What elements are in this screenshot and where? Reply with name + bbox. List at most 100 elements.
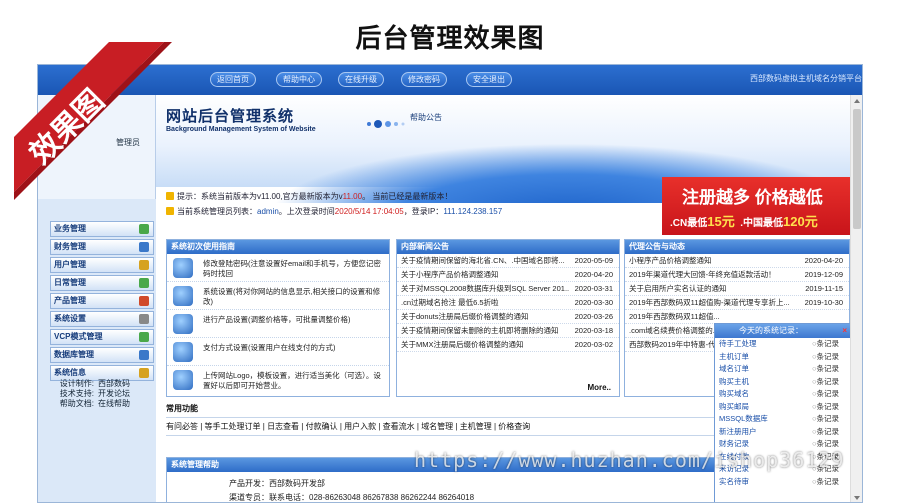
sidebar-item-settings[interactable]: 系统设置	[50, 311, 154, 327]
help-value: 联系电话：028-86263048 86267838 86262244 8626…	[269, 493, 475, 502]
record-row[interactable]: 在线付款 条记录	[715, 451, 851, 464]
item-title[interactable]: 关于疫情期间保留未删除的主机即将删除的通知	[401, 324, 571, 338]
settings-icon	[173, 286, 193, 306]
logout-button[interactable]: 安全退出	[466, 72, 512, 87]
record-row[interactable]: 来访记录 条记录	[715, 463, 851, 476]
tip-text: ，登录IP：	[403, 207, 444, 216]
guide-item[interactable]: 支付方式设置(设置用户在线支付的方式)	[167, 338, 389, 366]
list-item[interactable]: 2019年西部数码双11超值购-渠道代理专享折上... 2019-10-30	[625, 296, 849, 310]
item-title[interactable]: 关于小程序产品价格调整通知	[401, 268, 571, 282]
sidebar-item-vcp[interactable]: VCP模式管理	[50, 329, 154, 345]
info-value[interactable]: 在线帮助	[98, 399, 130, 409]
common-link[interactable]: 用户入款	[344, 422, 376, 431]
record-label[interactable]: 待手工处理	[719, 339, 757, 348]
record-row[interactable]: 购买邮局 条记录	[715, 401, 851, 414]
scroll-down-icon[interactable]	[854, 496, 860, 500]
more-link[interactable]: More..	[587, 383, 611, 392]
record-count: 条记录	[812, 338, 840, 351]
item-title[interactable]: .cn过期域名抢注 最低6.5折啦	[401, 296, 571, 310]
sidebar-item-daily[interactable]: 日常管理	[50, 275, 154, 291]
item-title[interactable]: 关于donuts注册局后缀价格调整的通知	[401, 310, 571, 324]
item-title[interactable]: 2019年西部数码双11超值购-渠道代理专享折上...	[629, 296, 799, 310]
guide-item[interactable]: 系统设置(将对你网站的信息显示,相关接口的设置和修改)	[167, 282, 389, 310]
item-title[interactable]: 小程序产品价格调整通知	[629, 254, 799, 268]
record-row[interactable]: 待手工处理 条记录	[715, 338, 851, 351]
item-title[interactable]: 关于对MSSQL2008数据库升级到SQL Server 201..	[401, 282, 571, 296]
common-link[interactable]: 有问必答	[166, 422, 198, 431]
upgrade-button[interactable]: 在线升级	[338, 72, 384, 87]
item-title[interactable]: 关于MMX注册局后缀价格调整的通知	[401, 338, 571, 352]
record-label[interactable]: 购买域名	[719, 389, 749, 398]
guide-text: 修改登陆密码(注意设置好email和手机号，方便您记密码时找回	[203, 259, 381, 278]
guide-item[interactable]: 进行产品设置(调整价格等，可批量调整价格)	[167, 310, 389, 338]
vertical-scrollbar[interactable]	[850, 95, 862, 502]
sidebar-item-business[interactable]: 业务管理	[50, 221, 154, 237]
guide-item[interactable]: 修改登陆密码(注意设置好email和手机号，方便您记密码时找回	[167, 254, 389, 282]
promo-banner[interactable]: 注册越多 价格越低 .CN最低15元 .中国最低120元	[662, 177, 850, 235]
record-label[interactable]: 购买主机	[719, 377, 749, 386]
scroll-thumb[interactable]	[853, 109, 861, 229]
common-link[interactable]: 查看流水	[383, 422, 415, 431]
list-item[interactable]: 关于疫情期间保留的海北省.CN、.中国域名即将... 2020-05-09	[397, 254, 619, 268]
list-item[interactable]: 关于MMX注册局后缀价格调整的通知 2020-03-02	[397, 338, 619, 352]
record-row[interactable]: 财务记录 条记录	[715, 438, 851, 451]
record-row[interactable]: 新注册用户 条记录	[715, 426, 851, 439]
sidebar: 管理员 业务管理 财务管理 用户管理 日常管理 产品管理 系统设置 VCP模式管…	[38, 95, 156, 502]
list-item[interactable]: 关于小程序产品价格调整通知 2020-04-20	[397, 268, 619, 282]
common-link[interactable]: 域名管理	[421, 422, 453, 431]
item-title[interactable]: 关于启用所户实名认证的通知	[629, 282, 799, 296]
list-item[interactable]: 关于启用所户实名认证的通知 2019-11-15	[625, 282, 849, 296]
common-link[interactable]: 主机管理	[460, 422, 492, 431]
contact-line: 渠道专员：联系电话：028-86263048 86267838 86262244…	[229, 492, 475, 502]
record-label[interactable]: 实名待审	[719, 477, 749, 486]
help-notice-link[interactable]: 帮助公告	[410, 112, 442, 123]
record-label[interactable]: MSSQL数据库	[719, 414, 768, 423]
sidebar-item-database[interactable]: 数据库管理	[50, 347, 154, 363]
change-password-button[interactable]: 修改密码	[401, 72, 447, 87]
scroll-up-icon[interactable]	[854, 99, 860, 103]
record-label[interactable]: 购买邮局	[719, 402, 749, 411]
common-link[interactable]: 等手工处理订单	[205, 422, 261, 431]
list-item[interactable]: 关于donuts注册局后缀价格调整的通知 2020-03-26	[397, 310, 619, 324]
common-link[interactable]: 日志查看	[267, 422, 299, 431]
record-label[interactable]: 新注册用户	[719, 427, 757, 436]
record-row[interactable]: 域名订单 条记录	[715, 363, 851, 376]
close-icon[interactable]: ×	[842, 324, 847, 338]
version-number: 11.00	[342, 192, 363, 201]
common-link[interactable]: 价格查询	[498, 422, 530, 431]
sidebar-item-users[interactable]: 用户管理	[50, 257, 154, 273]
sidebar-item-products[interactable]: 产品管理	[50, 293, 154, 309]
record-row[interactable]: MSSQL数据库 条记录	[715, 413, 851, 426]
record-row[interactable]: 购买主机 条记录	[715, 376, 851, 389]
home-button[interactable]: 返回首页	[210, 72, 256, 87]
record-row[interactable]: 购买域名 条记录	[715, 388, 851, 401]
admin-link[interactable]: admin	[257, 207, 279, 216]
list-item[interactable]: 关于疫情期间保留未删除的主机即将删除的通知 2020-03-18	[397, 324, 619, 338]
record-label[interactable]: 主机订单	[719, 352, 749, 361]
info-value[interactable]: 西部数码	[98, 379, 130, 389]
record-label[interactable]: 域名订单	[719, 364, 749, 373]
list-item[interactable]: 2019年渠道代理大回馈-年终充值返款活动！ 2019-12-09	[625, 268, 849, 282]
sidebar-item-finance[interactable]: 财务管理	[50, 239, 154, 255]
record-label[interactable]: 在线付款	[719, 452, 749, 461]
item-date: 2020-03-26	[574, 312, 613, 321]
upload-icon	[173, 370, 193, 390]
list-item[interactable]: .cn过期域名抢注 最低6.5折啦 2020-03-30	[397, 296, 619, 310]
common-link[interactable]: 付款确认	[306, 422, 338, 431]
list-item[interactable]: 2019年西部数码双11超值...	[625, 310, 849, 324]
guide-title: 系统初次使用指南	[167, 240, 389, 254]
record-row[interactable]: 实名待审 条记录	[715, 476, 851, 489]
list-item[interactable]: 小程序产品价格调整通知 2020-04-20	[625, 254, 849, 268]
item-title[interactable]: 关于疫情期间保留的海北省.CN、.中国域名即将...	[401, 254, 571, 268]
guide-item[interactable]: 上传网站Logo，模板设置，进行适当美化（可选）。设置好以后即可开始营业。	[167, 366, 389, 394]
item-title[interactable]: 2019年西部数码双11超值...	[629, 310, 799, 324]
page-title: 后台管理效果图	[355, 23, 545, 53]
guide-text: 支付方式设置(设置用户在线支付的方式)	[203, 343, 336, 352]
record-label[interactable]: 财务记录	[719, 439, 749, 448]
list-item[interactable]: 关于对MSSQL2008数据库升级到SQL Server 201.. 2020-0…	[397, 282, 619, 296]
record-label[interactable]: 来访记录	[719, 464, 749, 473]
record-row[interactable]: 主机订单 条记录	[715, 351, 851, 364]
item-title[interactable]: 2019年渠道代理大回馈-年终充值返款活动！	[629, 268, 799, 282]
info-value[interactable]: 开发论坛	[98, 389, 130, 399]
help-center-button[interactable]: 帮助中心	[276, 72, 322, 87]
